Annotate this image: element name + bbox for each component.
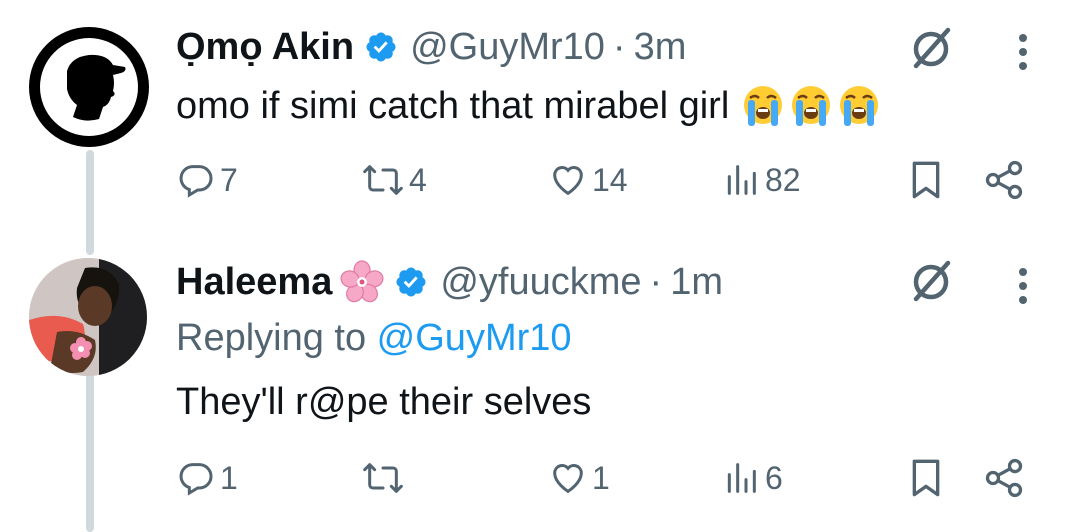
timestamp[interactable]: 3m — [634, 25, 687, 69]
separator-dot: · — [649, 261, 663, 303]
grok-icon[interactable] — [906, 22, 956, 72]
views-button[interactable]: 6 — [721, 453, 783, 503]
tweet-omo-akin[interactable]: Ọmọ Akin @GuyMr10 · 3m omo if simi catch… — [0, 0, 1080, 240]
display-name[interactable]: Ọmọ Akin — [176, 25, 354, 69]
share-button[interactable] — [982, 155, 1026, 205]
like-icon — [553, 464, 583, 494]
avatar[interactable] — [29, 258, 147, 376]
like-count: 14 — [592, 161, 628, 198]
reply-count: 1 — [220, 459, 238, 496]
retweet-button[interactable] — [361, 453, 409, 503]
avatar-silhouette-icon — [31, 29, 147, 145]
replying-to-label: Replying to — [176, 317, 377, 359]
avatar[interactable] — [29, 27, 149, 147]
user-handle[interactable]: @GuyMr10 — [410, 25, 605, 69]
views-icon — [727, 165, 756, 195]
like-icon — [553, 166, 583, 196]
tweet-text-content: They'll r@pe their selves — [176, 381, 592, 423]
retweet-icon — [363, 463, 403, 493]
bookmark-icon — [912, 459, 940, 497]
retweet-count: 4 — [409, 161, 427, 198]
views-count: 6 — [765, 459, 783, 496]
bookmark-button[interactable] — [906, 155, 946, 205]
replying-to-line: Replying to @GuyMr10 — [176, 316, 572, 360]
more-icon[interactable] — [1011, 26, 1035, 76]
like-button[interactable]: 1 — [548, 453, 610, 503]
grok-icon[interactable] — [906, 255, 956, 305]
tweet-text: They'll r@pe their selves — [176, 378, 591, 426]
reply-count: 7 — [220, 161, 238, 198]
retweet-icon — [363, 165, 403, 195]
retweet-button[interactable]: 4 — [361, 155, 427, 205]
timestamp[interactable]: 1m — [670, 260, 723, 304]
replying-to-mention[interactable]: @GuyMr10 — [377, 317, 572, 359]
cherry-blossom-icon — [340, 260, 384, 304]
loudly-crying-face-icon — [837, 84, 881, 128]
loudly-crying-face-icon — [741, 84, 785, 128]
reply-button[interactable]: 1 — [176, 453, 238, 503]
user-handle[interactable]: @yfuuckme — [440, 260, 641, 304]
share-icon — [985, 160, 1023, 200]
like-button[interactable]: 14 — [548, 155, 628, 205]
like-count: 1 — [592, 459, 610, 496]
reply-icon — [179, 165, 213, 198]
tweet-actions: 1 1 6 — [176, 453, 1056, 503]
loudly-crying-face-icon — [789, 84, 833, 128]
separator-dot: · — [612, 26, 626, 68]
views-icon — [727, 463, 756, 493]
views-button[interactable]: 82 — [721, 155, 801, 205]
tweet-text: omo if simi catch that mirabel girl — [176, 82, 881, 130]
tweet-header: Haleema @yfuuckme · 1m — [176, 260, 723, 304]
bookmark-icon — [912, 161, 940, 199]
tweet-actions: 7 4 14 82 — [176, 155, 1056, 205]
tweet-text-content: omo if simi catch that mirabel girl — [176, 85, 730, 127]
more-icon[interactable] — [1011, 260, 1035, 310]
tweet-haleema[interactable]: Haleema @yfuuckme · 1m Replying to @GuyM… — [0, 240, 1080, 532]
share-button[interactable] — [982, 453, 1026, 503]
share-icon — [985, 458, 1023, 498]
reply-button[interactable]: 7 — [176, 155, 238, 205]
views-count: 82 — [765, 161, 801, 198]
avatar-photo-icon — [29, 258, 147, 376]
tweet-header: Ọmọ Akin @GuyMr10 · 3m — [176, 25, 686, 69]
verified-badge-icon[interactable] — [394, 265, 428, 299]
reply-icon — [179, 463, 213, 496]
bookmark-button[interactable] — [906, 453, 946, 503]
display-name[interactable]: Haleema — [176, 260, 332, 304]
verified-badge-icon[interactable] — [364, 30, 398, 64]
